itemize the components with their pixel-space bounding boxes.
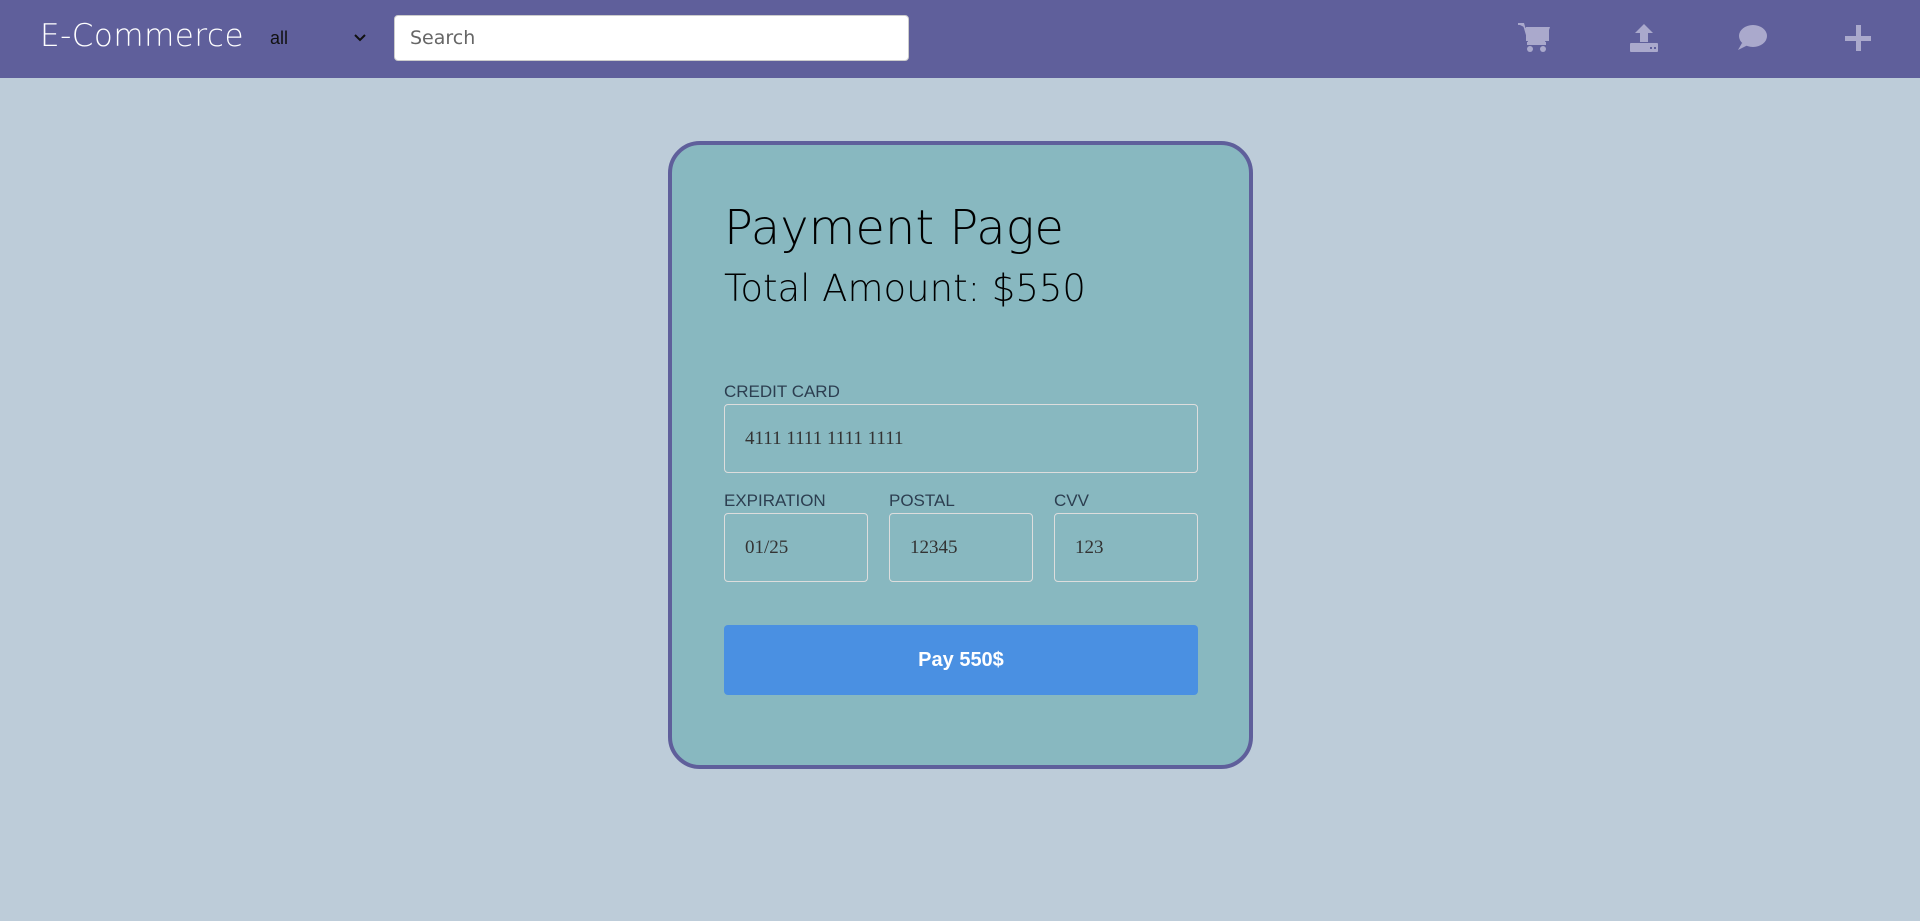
page-title: Payment Page [724,200,1064,256]
chat-icon[interactable] [1732,18,1772,58]
cart-icon[interactable] [1514,18,1554,58]
upload-icon[interactable] [1624,18,1664,58]
expiration-label: EXPIRATION [724,491,826,510]
category-select[interactable]: all [262,22,374,54]
credit-card-input[interactable] [724,404,1198,473]
credit-card-label: CREDIT CARD [724,382,840,401]
postal-input[interactable] [889,513,1033,582]
plus-icon[interactable] [1838,18,1878,58]
payment-card: Payment Page Total Amount: $550 CREDIT C… [668,141,1253,769]
category-value: all [270,27,289,48]
search-input[interactable] [394,15,909,61]
chevron-down-icon [354,34,366,42]
pay-button[interactable]: Pay 550$ [724,625,1198,695]
logo[interactable]: E-Commerce [40,18,244,54]
cvv-label: CVV [1054,491,1089,510]
total-amount: Total Amount: $550 [724,267,1086,310]
postal-label: POSTAL [889,491,955,510]
expiration-input[interactable] [724,513,868,582]
cvv-input[interactable] [1054,513,1198,582]
top-navbar: E-Commerce all [0,0,1920,78]
